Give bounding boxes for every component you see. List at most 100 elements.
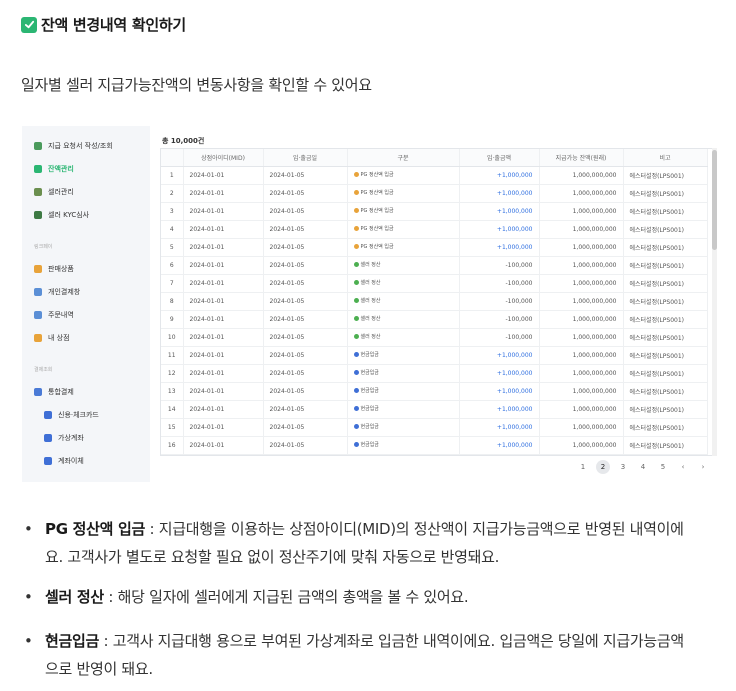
type-label: 현금입금 xyxy=(360,388,379,394)
mid-cell: 2024-01-01 xyxy=(183,400,264,419)
table-row[interactable]: 10 2024-01-01 2024-01-05 셀러 정산 -100,000 1,000… xyxy=(161,328,708,347)
type-tag: 셀러 정산 xyxy=(353,297,381,304)
date-cell: 2024-01-05 xyxy=(263,310,348,329)
table-row[interactable]: 6 2024-01-01 2024-01-05 셀러 정산 -100,000 1,000,… xyxy=(161,256,708,275)
table-row[interactable]: 16 2024-01-01 2024-01-05 현금입금 +1,000,000 1,00… xyxy=(161,436,708,455)
table-row[interactable]: 8 2024-01-01 2024-01-05 셀러 정산 -100,000 1,000,… xyxy=(161,292,708,311)
row-number: 13 xyxy=(161,382,184,401)
bullet-item: • 셀러 정산 : 해당 일자에 셀러에게 지급된 금액의 총액을 볼 수 있어요… xyxy=(24,583,684,611)
type-label: 현금입금 xyxy=(360,370,379,376)
mid-cell: 2024-01-01 xyxy=(183,346,264,365)
page-2-button[interactable]: 2 xyxy=(596,460,610,474)
page-4-button[interactable]: 4 xyxy=(636,460,650,474)
sidebar-item[interactable]: 주문내역 xyxy=(34,310,74,320)
table-row[interactable]: 13 2024-01-01 2024-01-05 현금입금 +1,000,000 1,00… xyxy=(161,382,708,401)
table-row[interactable]: 1 2024-01-01 2024-01-05 PG 정산액 입금 +1,000,000… xyxy=(161,166,708,185)
type-cell: 현금입금 xyxy=(347,382,460,401)
sidebar-item[interactable]: 셀러관리 xyxy=(34,187,74,197)
bullet-marker: • xyxy=(24,632,33,650)
row-number: 14 xyxy=(161,400,184,419)
page-5-button[interactable]: 5 xyxy=(656,460,670,474)
table-body: 1 2024-01-01 2024-01-05 PG 정산액 입금 +1,000,000… xyxy=(161,166,708,455)
table-row[interactable]: 7 2024-01-01 2024-01-05 셀러 정산 -100,000 1,000,… xyxy=(161,274,708,293)
page-3-button[interactable]: 3 xyxy=(616,460,630,474)
mid-cell: 2024-01-01 xyxy=(183,328,264,347)
table-header-row: 상점아이디(MID) 입·출금일 구분 입·출금액 지급가능 잔액(원래) 비고 xyxy=(161,149,708,167)
amount-cell: +1,000,000 xyxy=(459,220,540,239)
type-cell: PG 정산액 입금 xyxy=(347,202,460,221)
amount-cell: +1,000,000 xyxy=(459,184,540,203)
pg-icon xyxy=(353,208,359,213)
sidebar-item-label: 주문내역 xyxy=(48,311,74,319)
sidebar-item-label: 지급 요청서 작성/조회 xyxy=(48,142,113,150)
pg-icon xyxy=(353,244,359,249)
note-cell: 에스터설정(LPS001) xyxy=(623,436,708,455)
sidebar-item-label: 통합결제 xyxy=(48,388,74,396)
row-number: 7 xyxy=(161,274,184,293)
balance-cell: 1,000,000,000 xyxy=(539,310,624,329)
type-cell: PG 정산액 입금 xyxy=(347,166,460,185)
main-content: 총 10,000건 상점아이디(MID) 입·출금일 구분 입·출금액 지급가능 잔액(… xyxy=(160,126,718,482)
table-row[interactable]: 9 2024-01-01 2024-01-05 셀러 정산 -100,000 1,000,… xyxy=(161,310,708,329)
amount-cell: -100,000 xyxy=(459,274,540,293)
menu-icon xyxy=(44,457,52,465)
table-row[interactable]: 14 2024-01-01 2024-01-05 현금입금 +1,000,000 1,00… xyxy=(161,400,708,419)
table-row[interactable]: 11 2024-01-01 2024-01-05 현금입금 +1,000,000 1,00… xyxy=(161,346,708,365)
column-header: 상점아이디(MID) xyxy=(183,149,264,167)
mid-cell: 2024-01-01 xyxy=(183,292,264,311)
balance-cell: 1,000,000,000 xyxy=(539,166,624,185)
menu-icon xyxy=(34,142,42,150)
type-label: 셀러 정산 xyxy=(360,298,381,304)
sidebar-item[interactable]: 계좌이체 xyxy=(44,456,84,466)
sidebar-item[interactable]: 지급 요청서 작성/조회 xyxy=(34,141,113,151)
sidebar-item[interactable]: 잔액관리 xyxy=(34,164,74,174)
menu-icon xyxy=(34,311,42,319)
date-cell: 2024-01-05 xyxy=(263,364,348,383)
menu-icon xyxy=(34,265,42,273)
sidebar-item[interactable]: 신용·체크카드 xyxy=(44,410,99,420)
row-number: 16 xyxy=(161,436,184,455)
balance-cell: 1,000,000,000 xyxy=(539,292,624,311)
scrollbar-thumb[interactable] xyxy=(712,150,717,250)
seller-icon xyxy=(353,298,359,303)
bullet-marker: • xyxy=(24,588,33,606)
type-label: PG 정산액 입금 xyxy=(360,172,394,178)
sidebar-item[interactable]: 통합결제 xyxy=(34,387,74,397)
column-header: 입·출금액 xyxy=(459,149,540,167)
table-row[interactable]: 5 2024-01-01 2024-01-05 PG 정산액 입금 +1,000,000… xyxy=(161,238,708,257)
sidebar-item-label: 개인결제창 xyxy=(48,288,81,296)
note-cell: 에스터설정(LPS001) xyxy=(623,256,708,275)
sidebar-item[interactable]: 판매상품 xyxy=(34,264,74,274)
sidebar-item[interactable]: 개인결제창 xyxy=(34,287,80,297)
sidebar-item[interactable]: 셀러 KYC심사 xyxy=(34,210,89,220)
balance-cell: 1,000,000,000 xyxy=(539,346,624,365)
seller-icon xyxy=(353,280,359,285)
table-row[interactable]: 4 2024-01-01 2024-01-05 PG 정산액 입금 +1,000,000… xyxy=(161,220,708,239)
note-cell: 에스터설정(LPS001) xyxy=(623,274,708,293)
pagination: 1 2 3 4 5 ‹ › xyxy=(576,460,710,474)
intro-text: 일자별 셀러 지급가능잔액의 변동사항을 확인할 수 있어요 xyxy=(21,76,372,94)
table-row[interactable]: 3 2024-01-01 2024-01-05 PG 정산액 입금 +1,000,000… xyxy=(161,202,708,221)
next-page-button[interactable]: › xyxy=(696,460,710,474)
sidebar-item[interactable]: 가상계좌 xyxy=(44,433,84,443)
date-cell: 2024-01-05 xyxy=(263,166,348,185)
sidebar-item[interactable]: 내 상점 xyxy=(34,333,70,343)
type-cell: 현금입금 xyxy=(347,418,460,437)
menu-icon xyxy=(34,388,42,396)
table-row[interactable]: 15 2024-01-01 2024-01-05 현금입금 +1,000,000 1,00… xyxy=(161,418,708,437)
type-cell: 현금입금 xyxy=(347,400,460,419)
seller-icon xyxy=(353,316,359,321)
amount-cell: +1,000,000 xyxy=(459,202,540,221)
sidebar-item-label: 잔액관리 xyxy=(48,165,74,173)
cash-icon xyxy=(353,442,359,447)
type-label: PG 정산액 입금 xyxy=(360,190,394,196)
prev-page-button[interactable]: ‹ xyxy=(676,460,690,474)
type-tag: 현금입금 xyxy=(353,441,379,448)
amount-cell: -100,000 xyxy=(459,310,540,329)
table-row[interactable]: 12 2024-01-01 2024-01-05 현금입금 +1,000,000 1,00… xyxy=(161,364,708,383)
table-row[interactable]: 2 2024-01-01 2024-01-05 PG 정산액 입금 +1,000,000… xyxy=(161,184,708,203)
sidebar: 지급 요청서 작성/조회 잔액관리 셀러관리 셀러 KYC심사 링크페이 판매상품 개인결제… xyxy=(22,126,150,482)
page-1-button[interactable]: 1 xyxy=(576,460,590,474)
type-cell: 현금입금 xyxy=(347,436,460,455)
note-cell: 에스터설정(LPS001) xyxy=(623,400,708,419)
